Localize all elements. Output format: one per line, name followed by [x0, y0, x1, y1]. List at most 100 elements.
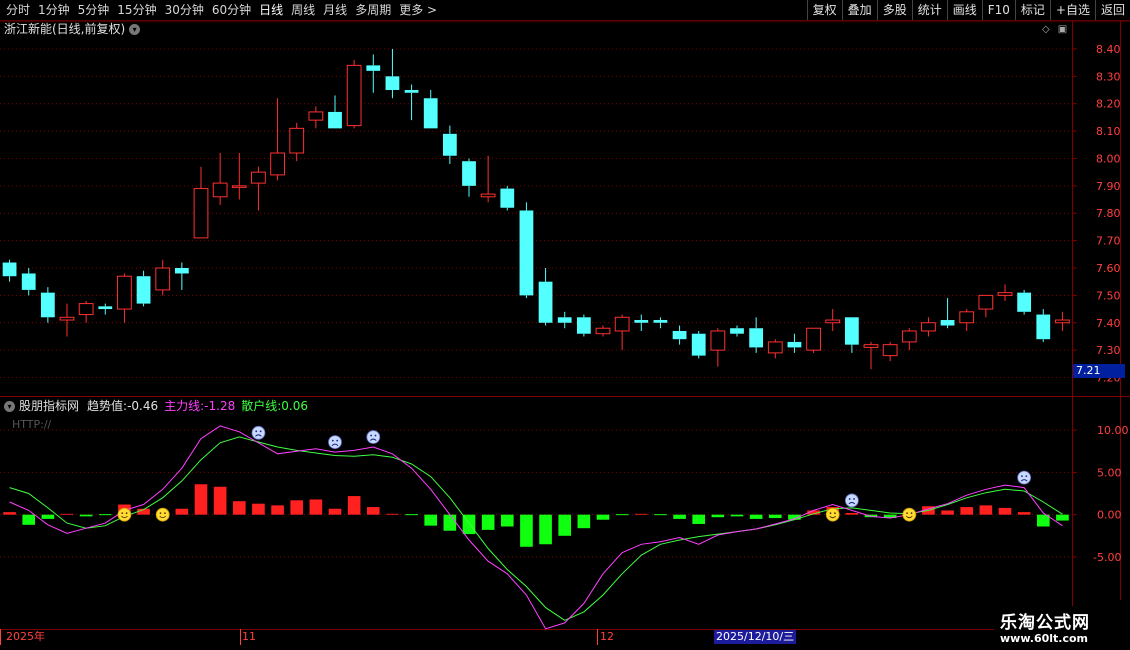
chart-area[interactable]: 8.40 8.30 8.20 8.10 8.00 7.90 7.80 7.70 7.60 7.50… — [0, 0, 1130, 650]
chevron-down-icon[interactable]: ▾ — [129, 23, 141, 35]
candle-body — [346, 64, 362, 127]
price-tick-label: 8.40 — [1096, 43, 1121, 56]
maximize-icon[interactable]: ▣ — [1058, 24, 1067, 35]
smile-face-icon — [155, 507, 170, 522]
frown-eye — [255, 430, 258, 433]
candle-body — [519, 210, 534, 296]
trend-bar — [79, 514, 93, 517]
price-tick-label: 7.30 — [1096, 344, 1121, 357]
candle-body — [825, 319, 841, 324]
trend-value: -0.46 — [127, 399, 159, 413]
frown-mouth — [848, 501, 856, 505]
candle-body — [21, 273, 36, 290]
candle-body — [863, 344, 879, 348]
period-tab-3[interactable]: 15分钟 — [113, 0, 160, 20]
candle-body — [404, 90, 419, 93]
candle-body — [614, 316, 630, 332]
trend-bar — [41, 514, 55, 519]
trend-bar — [175, 508, 189, 515]
candle-body — [212, 182, 228, 198]
trend-bar — [137, 508, 150, 515]
frown-eye — [336, 439, 339, 442]
trend-bar — [424, 514, 438, 526]
period-tab-9[interactable]: 多周期 — [351, 0, 395, 20]
candle-body — [308, 111, 324, 121]
indicator-title: ▾ 股朋指标网 趋势值: -0.46 主力线: -1.28 散户线: 0.06 — [4, 398, 308, 414]
trend-bar — [500, 514, 514, 527]
stock-name: 浙江新能(日线,前复权) — [4, 22, 126, 36]
price-tick-label: 8.30 — [1096, 70, 1121, 83]
indicator-tick-label: 0.00 — [1097, 509, 1122, 522]
frown-eye — [853, 498, 855, 500]
period-tab-4[interactable]: 30分钟 — [161, 0, 208, 20]
trend-bar — [309, 499, 323, 515]
frown-face-icon — [844, 493, 859, 508]
toolbar-button-8[interactable]: 返回 — [1094, 0, 1130, 20]
toolbar-button-3[interactable]: 统计 — [911, 0, 947, 20]
trend-bar — [768, 514, 782, 519]
frown-eye — [331, 439, 334, 442]
candle-body — [882, 344, 898, 357]
period-tab-1[interactable]: 1分钟 — [34, 0, 74, 20]
diamond-icon[interactable]: ◇ — [1042, 24, 1050, 35]
price-tick-label: 7.60 — [1096, 262, 1121, 275]
trend-bar — [941, 510, 954, 515]
trend-bar — [539, 514, 552, 545]
toolbar-button-5[interactable]: F10 — [981, 0, 1015, 20]
trend-bar — [366, 507, 380, 515]
trend-bar — [922, 506, 935, 515]
candle-body — [136, 276, 151, 304]
candle-body — [155, 267, 171, 291]
frown-face-icon — [328, 435, 342, 450]
toolbar-button-2[interactable]: 多股 — [876, 0, 912, 20]
price-tick-label: 7.70 — [1096, 235, 1121, 248]
toolbar-button-6[interactable]: 标记 — [1014, 0, 1050, 20]
smile-face-icon — [117, 507, 132, 522]
price-tick-label: 7.90 — [1096, 180, 1121, 193]
period-tab-10[interactable]: 更多 > — [395, 0, 441, 20]
trend-bar — [290, 500, 304, 515]
candle-body — [576, 317, 591, 334]
period-tab-0[interactable]: 分时 — [2, 0, 34, 20]
trend-bar — [673, 514, 686, 519]
period-tab-8[interactable]: 月线 — [319, 0, 351, 20]
toolbar-button-0[interactable]: 复权 — [806, 0, 842, 20]
frown-face-icon — [1017, 470, 1032, 485]
date-label-dec: 12 — [600, 630, 614, 643]
trend-bar — [118, 504, 131, 515]
trend-bar — [60, 513, 74, 515]
main-line-value: -1.28 — [204, 399, 236, 413]
candle-body — [844, 317, 859, 345]
candle-body — [767, 341, 783, 354]
logo-url: www.60lt.com — [1000, 632, 1089, 645]
period-tab-2[interactable]: 5分钟 — [74, 0, 114, 20]
main-line — [9, 425, 1063, 630]
candle-body — [595, 327, 611, 335]
smile-eye — [910, 512, 913, 515]
toolbar-button-7[interactable]: +自选 — [1049, 0, 1095, 20]
trend-bar — [386, 513, 399, 515]
period-tab-7[interactable]: 周线 — [287, 0, 319, 20]
candle-body — [749, 328, 764, 348]
chevron-down-icon[interactable]: ▾ — [4, 400, 15, 412]
period-tab-5[interactable]: 60分钟 — [208, 0, 255, 20]
function-buttons: 复权 叠加 多股 统计 画线 F10 标记 +自选 返回 — [806, 0, 1130, 20]
date-label-year: 2025年 — [6, 630, 45, 643]
candle-body — [98, 306, 113, 310]
period-tab-6[interactable]: 日线 — [255, 0, 287, 20]
toolbar-button-4[interactable]: 画线 — [946, 0, 982, 20]
frown-mouth — [255, 434, 262, 437]
candle-body — [997, 292, 1013, 296]
smile-mouth — [121, 515, 128, 519]
trend-bar — [788, 514, 801, 520]
trend-bar — [864, 514, 878, 518]
trend-bar — [634, 513, 648, 515]
candle-body — [174, 268, 189, 274]
smile-eye — [121, 512, 124, 515]
cursor-date-label: 2025/12/10/三 — [714, 630, 797, 644]
trend-bar — [998, 507, 1012, 515]
chart-title: 浙江新能(日线,前复权) ▾ — [4, 21, 141, 37]
candle-body — [1017, 292, 1032, 312]
candle-body — [59, 316, 75, 321]
toolbar-button-1[interactable]: 叠加 — [841, 0, 877, 20]
